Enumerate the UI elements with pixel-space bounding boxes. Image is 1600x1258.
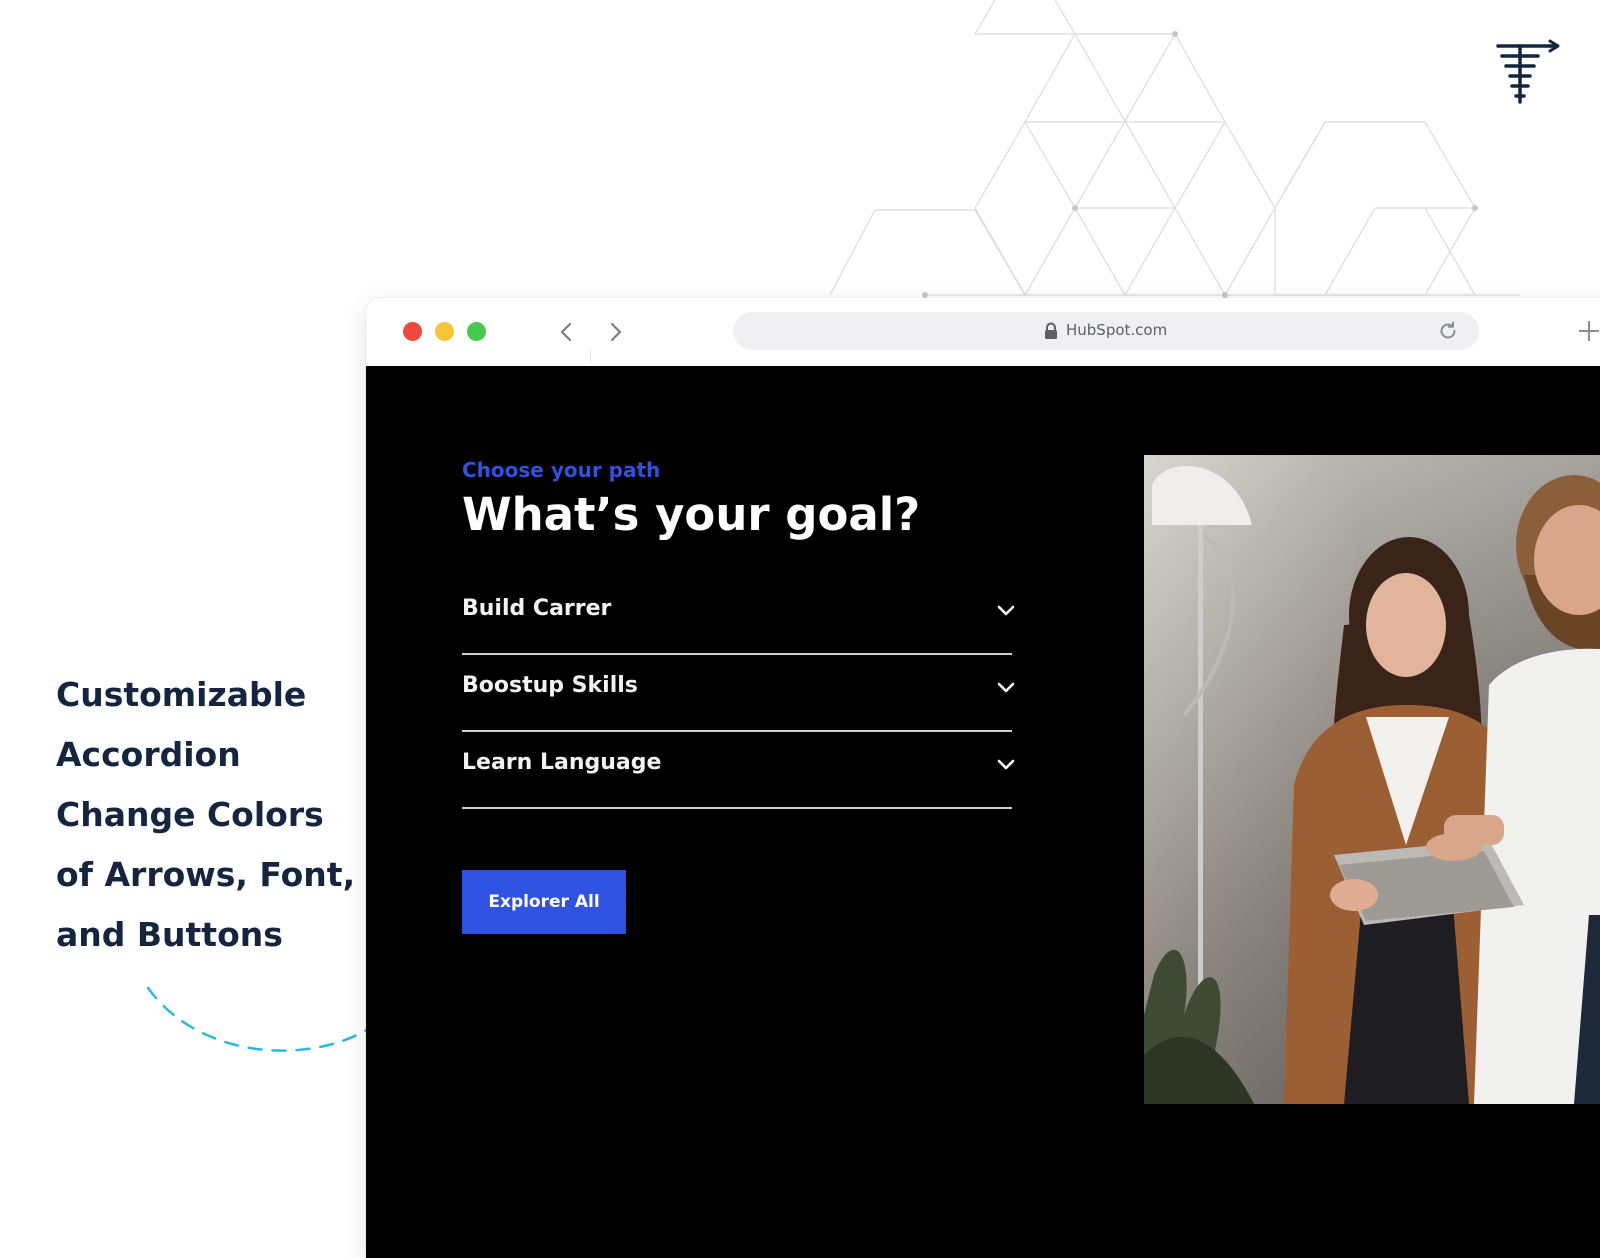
- page-title: What’s your goal?: [462, 488, 921, 541]
- chevron-down-icon: [997, 759, 1015, 770]
- reload-icon[interactable]: [1437, 320, 1459, 342]
- close-window-button[interactable]: [403, 322, 422, 341]
- hexagon-pattern: [830, 0, 1520, 298]
- team-photo: [1144, 455, 1600, 1104]
- page-content: Choose your path What’s your goal? Build…: [366, 366, 1600, 1258]
- chevron-down-icon: [997, 605, 1015, 616]
- minimize-window-button[interactable]: [435, 322, 454, 341]
- feature-line: Customizable: [56, 675, 307, 714]
- lock-icon: [1045, 322, 1057, 339]
- toolbar-divider: [590, 350, 591, 364]
- back-icon[interactable]: [554, 318, 580, 346]
- feature-line: Change Colors: [56, 795, 324, 834]
- accordion-item-label: Build Carrer: [462, 596, 612, 621]
- url-text: HubSpot.com: [1066, 321, 1168, 339]
- browser-window: HubSpot.com Choose your path What’s your…: [366, 298, 1600, 1258]
- accordion-item-label: Learn Language: [462, 750, 662, 775]
- feature-line: of Arrows, Font,: [56, 855, 356, 894]
- section-eyebrow: Choose your path: [462, 458, 661, 482]
- plus-icon[interactable]: [1576, 318, 1600, 344]
- chevron-down-icon: [997, 682, 1015, 693]
- browser-toolbar: HubSpot.com: [366, 298, 1600, 366]
- accordion-item-label: Boostup Skills: [462, 673, 638, 698]
- feature-callout: Customizable Accordion Change Colors of …: [56, 665, 356, 965]
- address-bar[interactable]: HubSpot.com: [733, 312, 1479, 350]
- maximize-window-button[interactable]: [467, 322, 486, 341]
- explore-all-button[interactable]: Explorer All: [462, 870, 626, 934]
- brand-logo-icon: [1496, 39, 1560, 104]
- forward-icon[interactable]: [602, 318, 628, 346]
- accordion: Build Carrer Boostup Skills Learn Langua…: [462, 578, 1015, 809]
- feature-line: Accordion: [56, 735, 241, 774]
- accordion-item[interactable]: Boostup Skills: [462, 655, 1015, 732]
- accordion-item[interactable]: Learn Language: [462, 732, 1015, 809]
- accordion-item[interactable]: Build Carrer: [462, 578, 1015, 655]
